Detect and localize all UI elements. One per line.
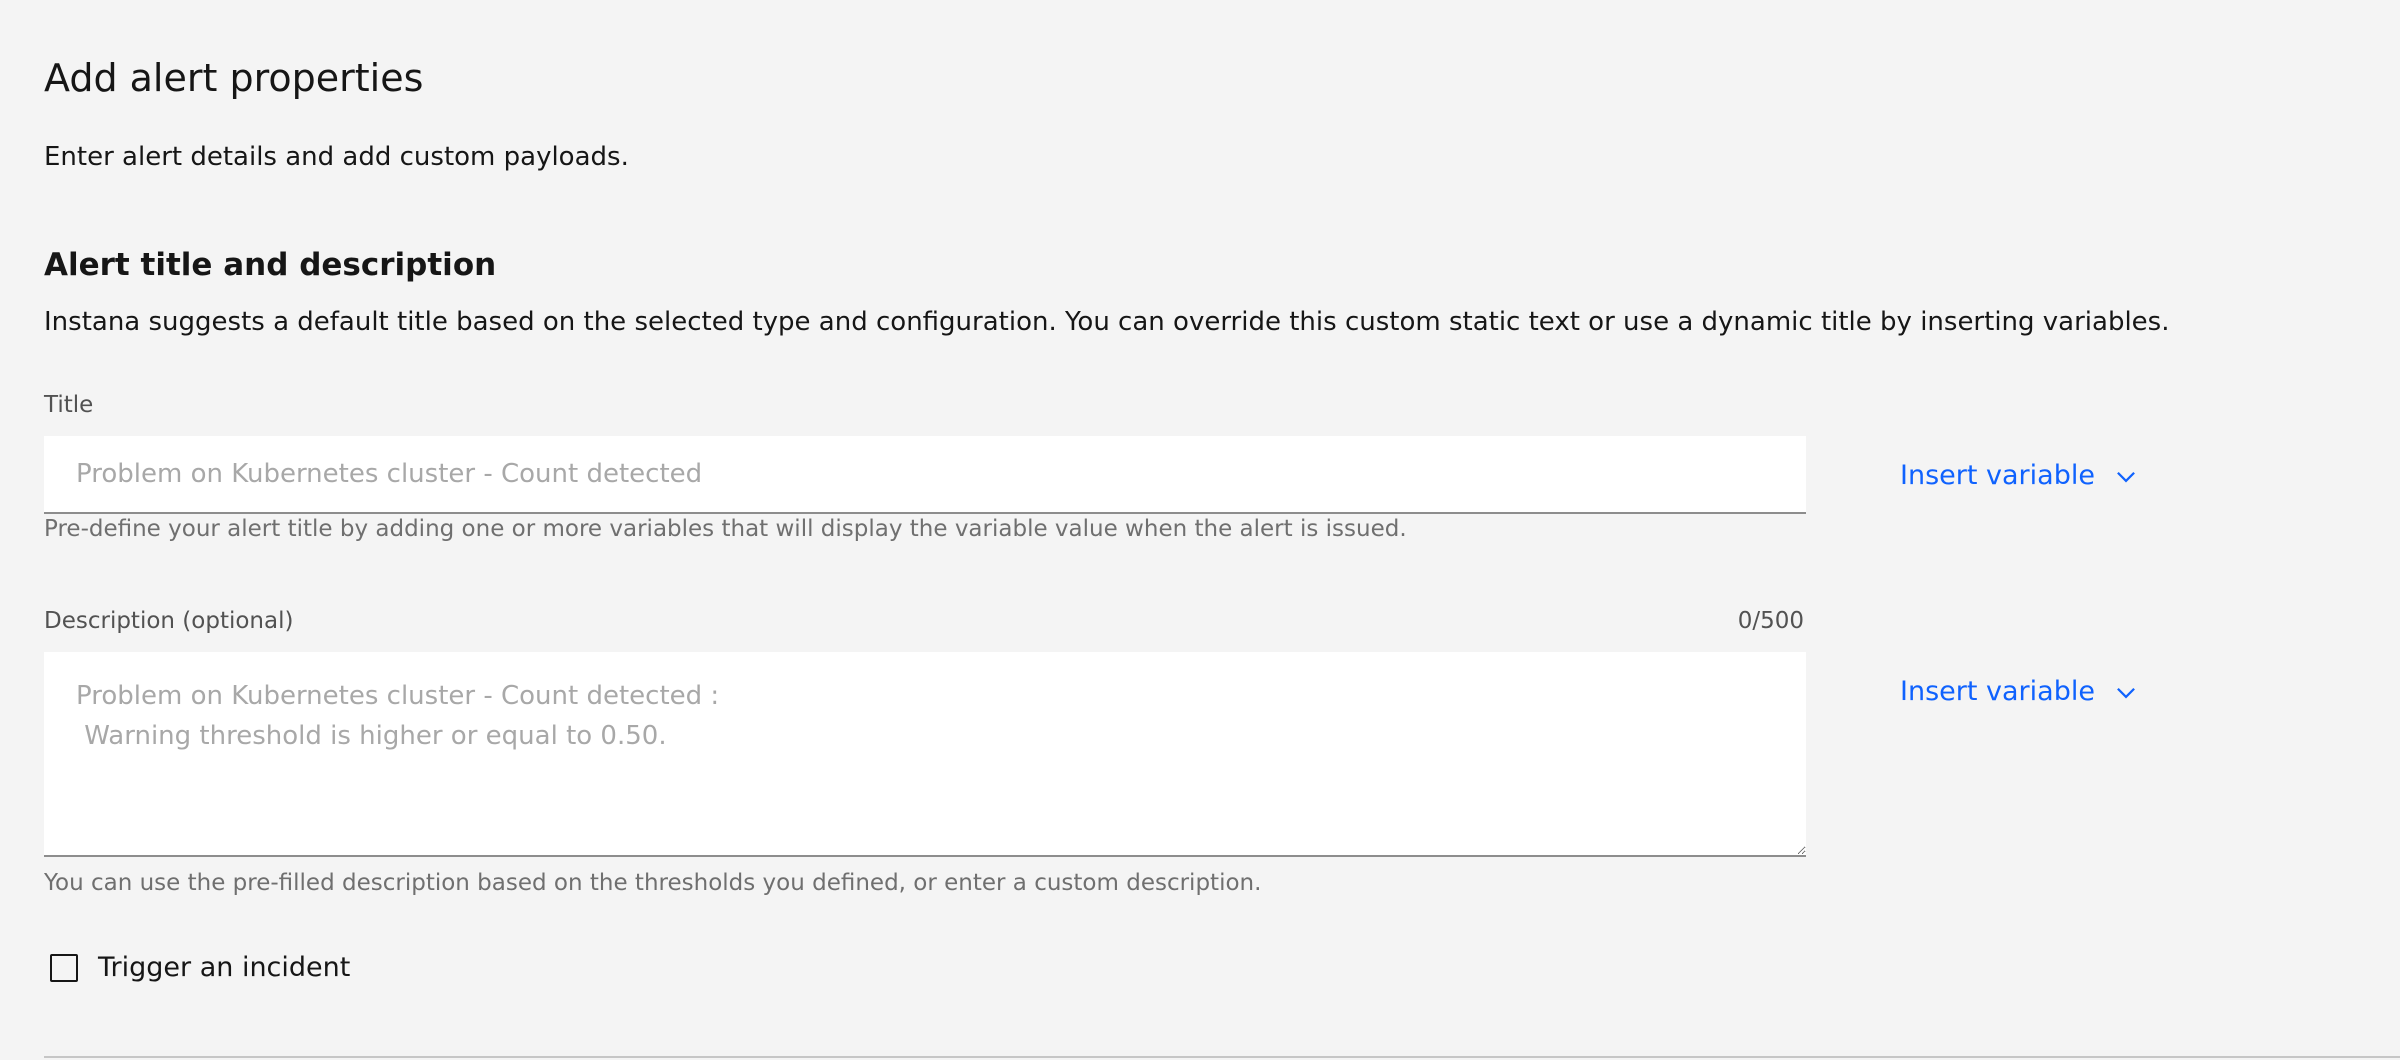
description-helper-text: You can use the pre-filled description b… (44, 870, 1262, 896)
section-description: Instana suggests a default title based o… (44, 307, 2170, 337)
title-helper-text: Pre-define your alert title by adding on… (44, 516, 1407, 542)
section-title: Alert title and description (44, 247, 497, 283)
trigger-incident-label[interactable]: Trigger an incident (98, 950, 350, 986)
page-subtitle: Enter alert details and add custom paylo… (44, 142, 629, 172)
insert-variable-label: Insert variable (1900, 676, 2095, 707)
trigger-incident-checkbox-row[interactable]: Trigger an incident (50, 950, 350, 986)
section-divider (44, 1056, 2400, 1058)
chevron-down-icon (2117, 471, 2135, 483)
alert-properties-page: Add alert properties Enter alert details… (0, 0, 2400, 1060)
description-field-label: Description (optional) (44, 608, 294, 634)
page-title: Add alert properties (44, 56, 424, 100)
description-textarea[interactable] (44, 652, 1806, 857)
chevron-down-icon (2117, 687, 2135, 699)
description-char-counter: 0/500 (1737, 608, 1804, 634)
title-input[interactable] (44, 436, 1806, 514)
trigger-incident-checkbox[interactable] (50, 954, 78, 982)
title-field-label: Title (44, 392, 94, 418)
description-insert-variable-button[interactable]: Insert variable (1900, 674, 2139, 710)
insert-variable-label: Insert variable (1900, 460, 2095, 491)
title-insert-variable-button[interactable]: Insert variable (1900, 458, 2139, 494)
